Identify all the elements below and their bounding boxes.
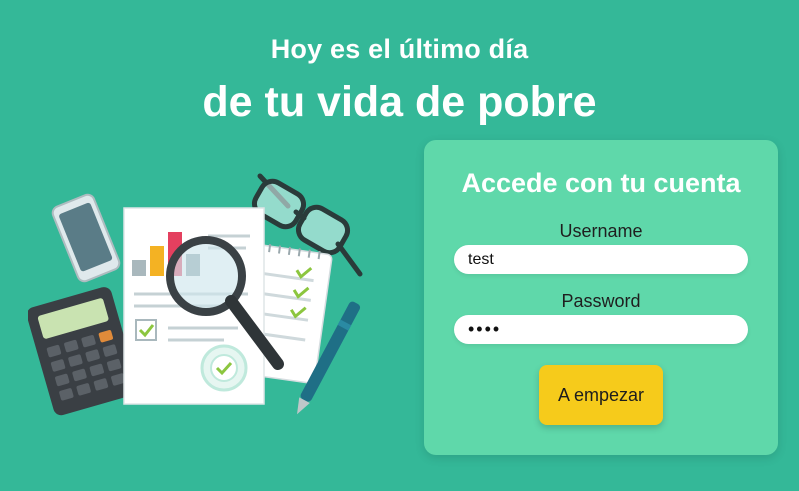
finance-illustration <box>28 173 363 416</box>
login-card: Accede con tu cuenta Username Password A… <box>424 140 778 455</box>
username-input[interactable] <box>454 245 748 274</box>
password-input[interactable] <box>454 315 748 344</box>
check-badge-icon <box>200 344 248 392</box>
submit-button[interactable]: A empezar <box>539 365 663 425</box>
headline-main: de tu vida de pobre <box>202 78 597 126</box>
login-title: Accede con tu cuenta <box>461 168 741 198</box>
password-label: Password <box>561 291 641 311</box>
headline-top: Hoy es el último día <box>270 34 529 64</box>
username-label: Username <box>559 221 643 241</box>
smartphone-icon <box>51 193 121 283</box>
